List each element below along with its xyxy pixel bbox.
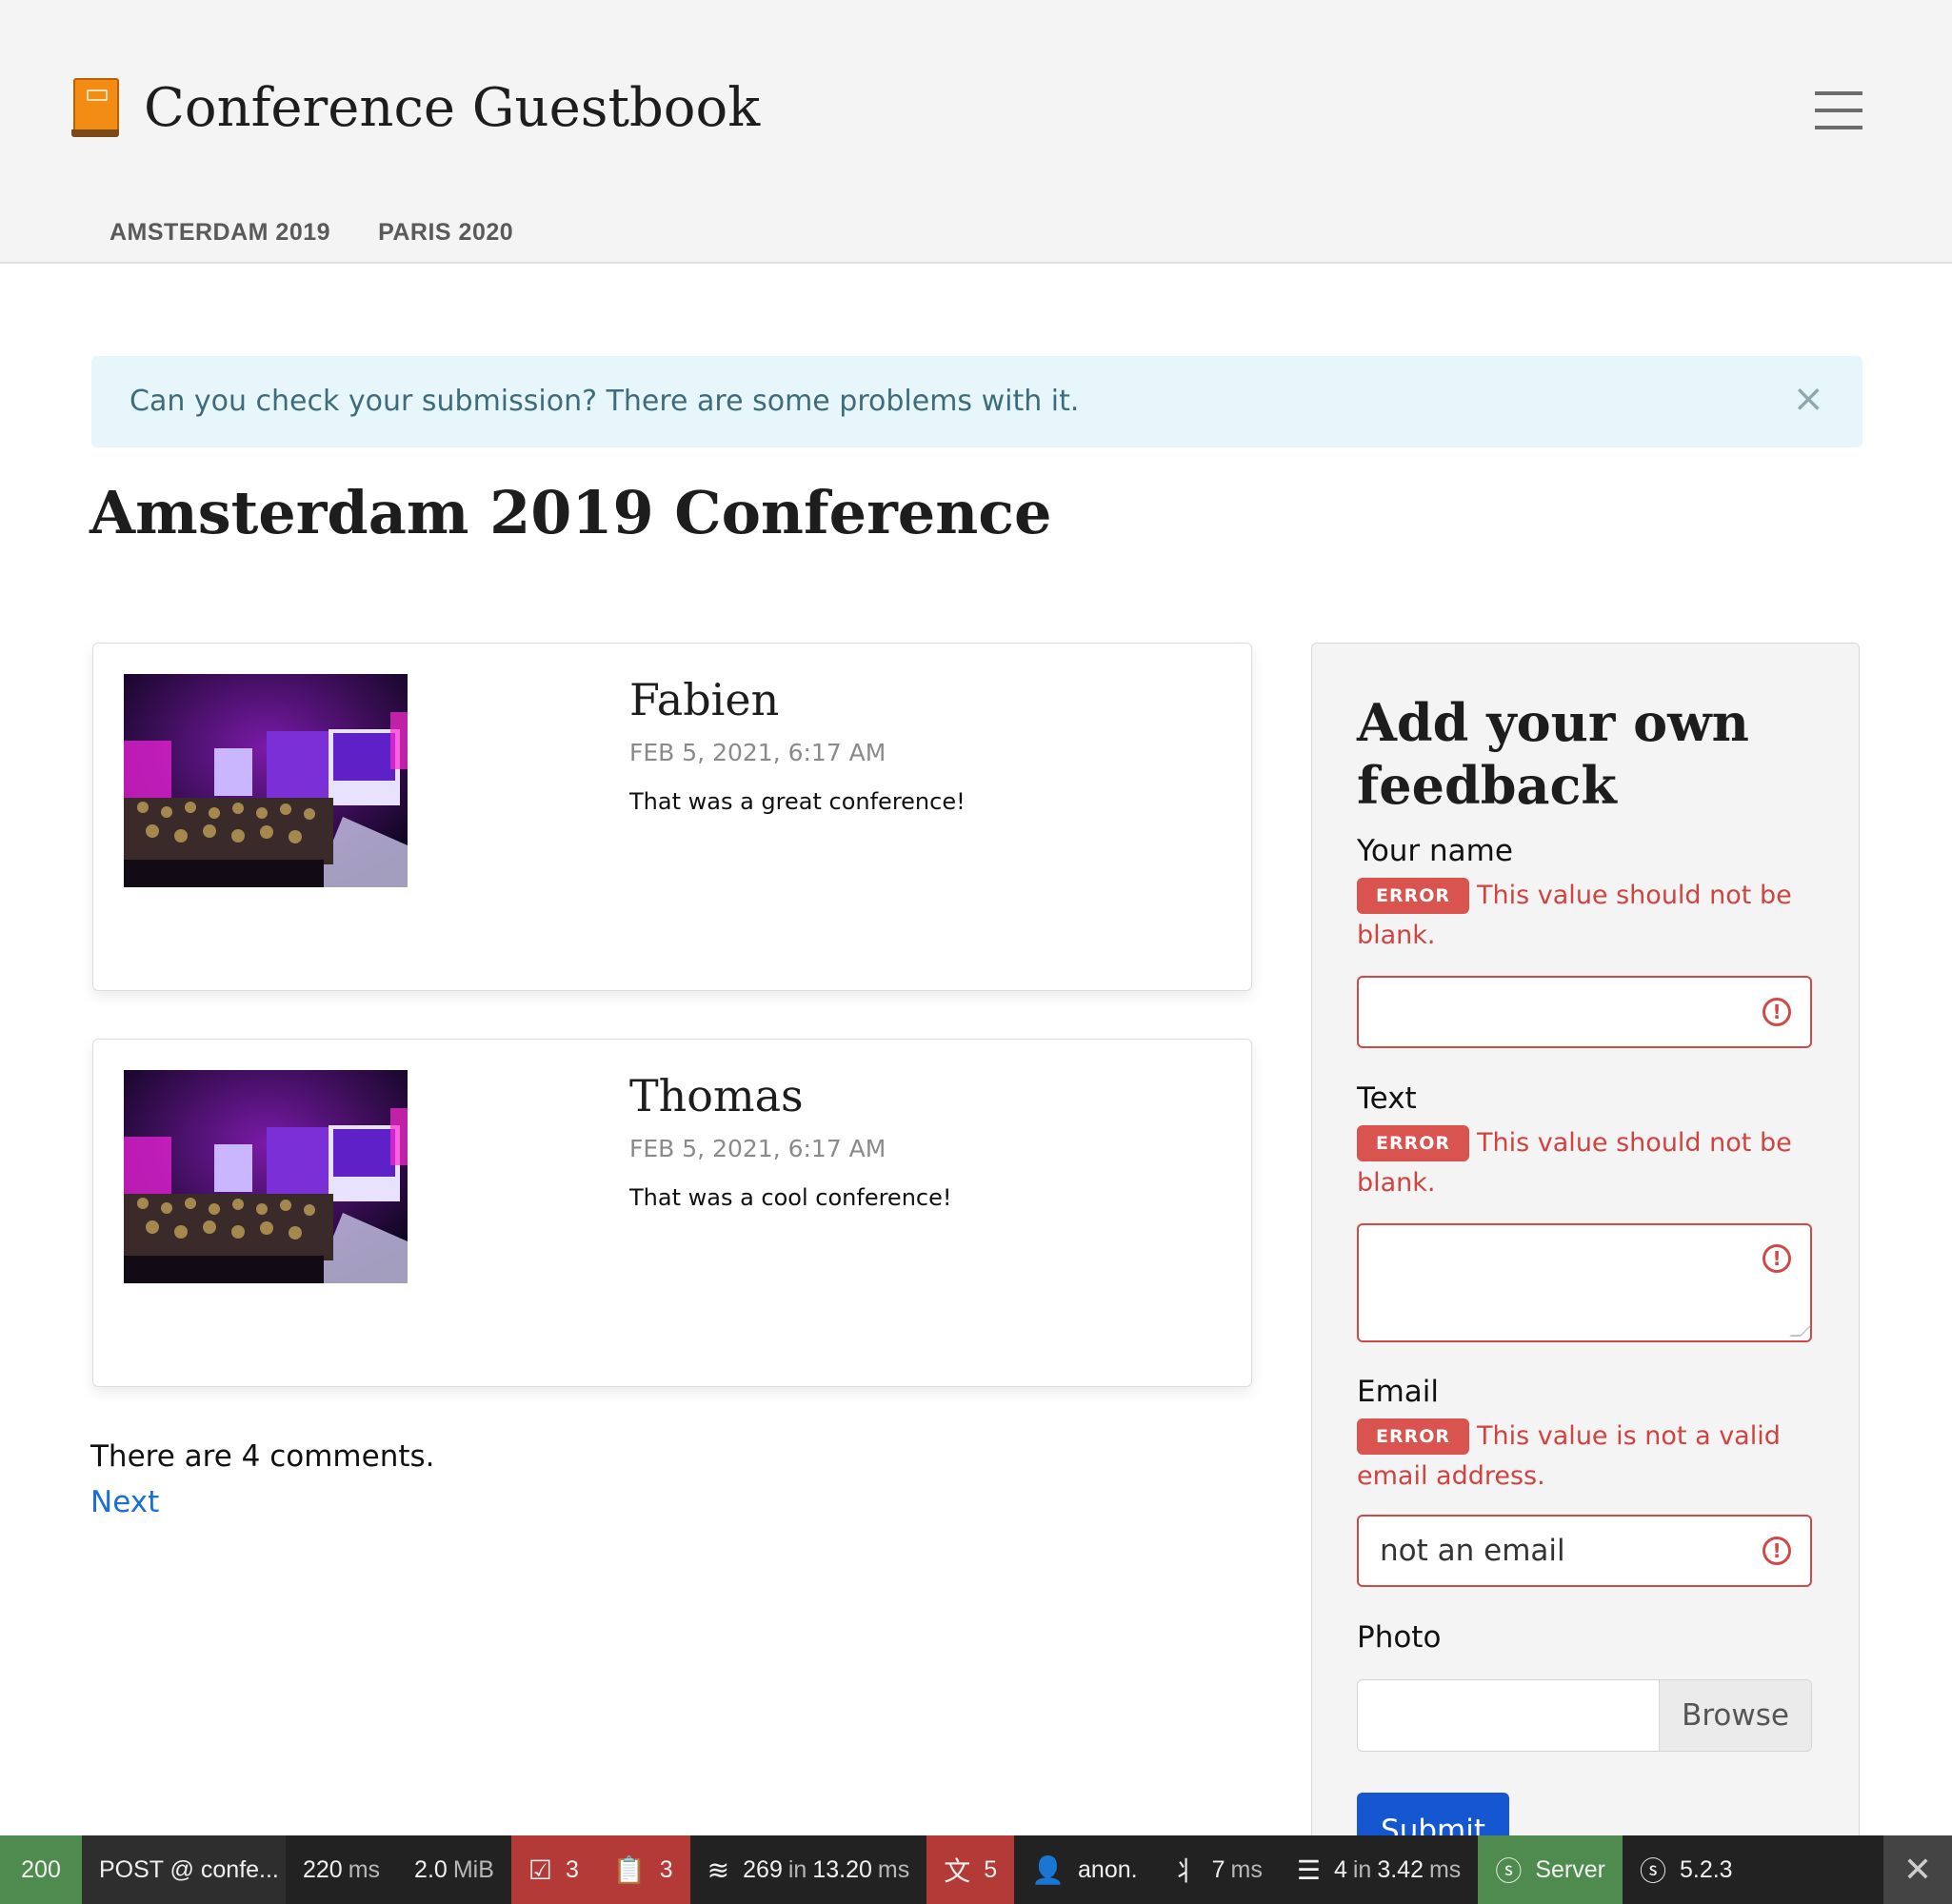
layers-icon: ≋: [707, 1854, 730, 1885]
resize-handle-icon[interactable]: [1789, 1325, 1812, 1337]
twig-unit: ms: [1230, 1855, 1263, 1883]
toolbar-memory[interactable]: 2.0 MiB: [397, 1835, 511, 1904]
toolbar-translation[interactable]: 文5: [926, 1835, 1015, 1904]
toolbar-server[interactable]: ⓢ Server: [1478, 1835, 1623, 1904]
text-label: Text: [1357, 1081, 1417, 1116]
toolbar-database[interactable]: ≋ 269 in 13.20 ms: [690, 1835, 927, 1904]
time-value: 220: [303, 1855, 343, 1883]
toolbar-status[interactable]: 200: [0, 1835, 82, 1904]
photo-label: Photo: [1357, 1620, 1442, 1655]
memory-unit: MiB: [452, 1855, 494, 1883]
brand[interactable]: Conference Guestbook: [71, 76, 760, 139]
cache-in: in: [1352, 1855, 1372, 1883]
comment-text: That was a great conference!: [629, 788, 966, 815]
email-field-value: not an email: [1380, 1534, 1565, 1568]
server-label: Server: [1535, 1855, 1605, 1883]
next-page-link[interactable]: Next: [90, 1485, 159, 1519]
toolbar-time[interactable]: 220 ms: [286, 1835, 397, 1904]
browse-button[interactable]: Browse: [1659, 1680, 1811, 1751]
warning-icon: !: [1763, 1537, 1791, 1565]
clipboard-icon: 📋: [612, 1854, 647, 1885]
forms-count: 3: [565, 1855, 579, 1883]
db-count: 269: [743, 1855, 783, 1883]
nav-item-amsterdam-2019[interactable]: AMSTERDAM 2019: [110, 219, 330, 247]
time-unit: ms: [348, 1855, 381, 1883]
twig-time: 7: [1211, 1855, 1225, 1883]
comment-photo: [124, 1070, 408, 1283]
translation-icon: 文: [944, 1856, 971, 1886]
email-error: ERROR This value is not a valid email add…: [1357, 1417, 1833, 1497]
comment-count: There are 4 comments.: [90, 1439, 435, 1474]
comment-card: Thomas FEB 5, 2021, 6:17 AM That was a c…: [92, 1039, 1252, 1387]
conference-nav: AMSTERDAM 2019 PARIS 2020: [110, 219, 561, 247]
name-label: Your name: [1357, 834, 1513, 868]
twig-icon: ⺦: [1171, 1856, 1199, 1886]
symfony-icon: ⓢ: [1639, 1856, 1666, 1886]
comment-text: That was a cool conference!: [629, 1184, 952, 1211]
brand-title[interactable]: Conference Guestbook: [144, 77, 760, 139]
database-icon: ☰: [1296, 1854, 1321, 1885]
cache-count: 4: [1333, 1855, 1347, 1883]
translation-count: 5: [984, 1855, 998, 1883]
logs-count: 3: [659, 1855, 673, 1883]
form-title: Add your own feedback: [1357, 692, 1749, 816]
error-badge: ERROR: [1357, 1418, 1470, 1455]
checkbox-icon: ☑: [528, 1854, 552, 1885]
request-info: POST @ confe...: [99, 1855, 279, 1883]
comment-photo: [124, 674, 408, 887]
toolbar-cache[interactable]: ☰ 4 in 3.42 ms: [1280, 1835, 1478, 1904]
email-field[interactable]: not an email !: [1357, 1515, 1812, 1587]
page-title: Amsterdam 2019 Conference: [90, 478, 1052, 547]
close-icon[interactable]: ✕: [1883, 1835, 1952, 1904]
form-error-alert: Can you check your submission? There are…: [91, 356, 1862, 447]
db-in: in: [787, 1855, 807, 1883]
symfony-icon: ⓢ: [1495, 1856, 1523, 1886]
status-code: 200: [21, 1855, 61, 1883]
db-time: 13.20: [812, 1855, 872, 1883]
debug-toolbar: 200 POST @ confe... 220 ms 2.0 MiB ☑ 3 📋 3 ≋…: [0, 1835, 1952, 1904]
memory-value: 2.0: [414, 1855, 448, 1883]
comment-date: FEB 5, 2021, 6:17 AM: [629, 739, 886, 766]
text-error: ERROR This value should not be blank.: [1357, 1123, 1833, 1203]
comment-date: FEB 5, 2021, 6:17 AM: [629, 1135, 886, 1162]
toolbar-logs[interactable]: 📋 3: [595, 1835, 690, 1904]
toolbar-version[interactable]: ⓢ 5.2.3: [1623, 1835, 1750, 1904]
user-name: anon.: [1078, 1855, 1138, 1883]
db-unit: ms: [877, 1855, 910, 1883]
nav-item-paris-2020[interactable]: PARIS 2020: [378, 219, 513, 247]
cache-time: 3.42: [1377, 1855, 1424, 1883]
cache-unit: ms: [1428, 1855, 1462, 1883]
feedback-form: Add your own feedback Your name ERROR Thi…: [1311, 643, 1860, 1904]
warning-icon: !: [1763, 998, 1791, 1026]
toolbar-twig[interactable]: ⺦ 7 ms: [1155, 1835, 1280, 1904]
close-icon[interactable]: ×: [1792, 377, 1824, 421]
email-label: Email: [1357, 1375, 1440, 1409]
comment-author: Fabien: [629, 674, 780, 725]
name-field[interactable]: !: [1357, 976, 1812, 1048]
menu-toggle-icon[interactable]: [1815, 91, 1862, 131]
name-error: ERROR This value should not be blank.: [1357, 876, 1833, 956]
comment-card: Fabien FEB 5, 2021, 6:17 AM That was a g…: [92, 643, 1252, 991]
error-badge: ERROR: [1357, 1125, 1470, 1161]
user-icon: 👤: [1031, 1854, 1066, 1885]
photo-file-input[interactable]: Browse: [1357, 1679, 1812, 1752]
toolbar-forms[interactable]: ☑ 3: [510, 1835, 596, 1904]
site-header: Conference Guestbook AMSTERDAM 2019 PARI…: [0, 0, 1952, 264]
warning-icon: !: [1763, 1244, 1791, 1273]
comment-author: Thomas: [629, 1070, 804, 1121]
text-field[interactable]: !: [1357, 1223, 1812, 1342]
alert-message: Can you check your submission? There are…: [129, 385, 1080, 418]
error-badge: ERROR: [1357, 878, 1470, 914]
symfony-version: 5.2.3: [1679, 1855, 1733, 1883]
book-icon: [71, 76, 121, 139]
toolbar-security[interactable]: 👤 anon.: [1014, 1835, 1154, 1904]
toolbar-request[interactable]: POST @ confe...: [82, 1835, 286, 1904]
